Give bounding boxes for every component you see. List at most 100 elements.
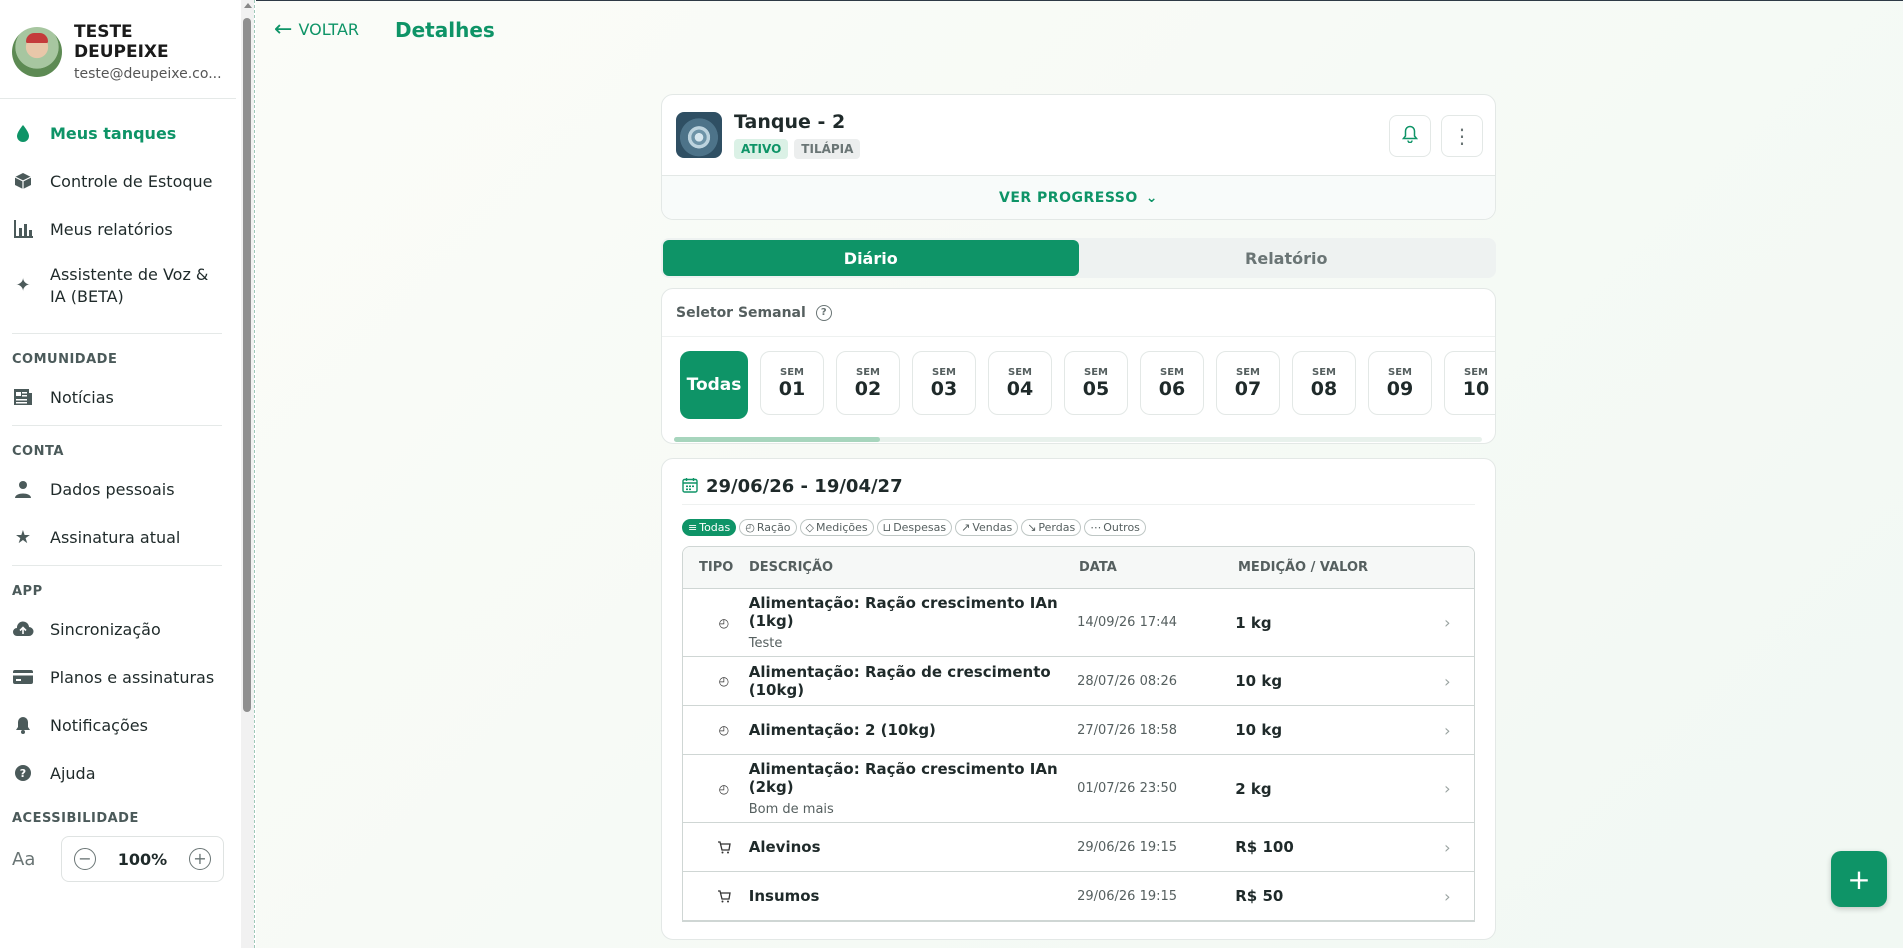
week-button[interactable]: SEM 09 — [1368, 351, 1432, 415]
sidebar-item-label: Assistente de Voz & IA (BETA) — [50, 265, 209, 306]
zoom-out-button[interactable]: − — [73, 848, 96, 870]
table-row[interactable]: Alevinos 29/06/26 19:15 R$ 100 › — [683, 823, 1474, 872]
week-number: 05 — [1082, 377, 1110, 400]
sparkles-icon: ✦ — [15, 275, 31, 296]
sidebar-item-label: Ajuda — [50, 763, 96, 783]
week-list: Todas SEM 01 SEM 02 SEM 03 SEM 04 SEM 05 SEM 0… — [662, 337, 1495, 419]
sidebar-item-label: Notificações — [50, 715, 148, 735]
water-drop-icon — [12, 122, 34, 144]
table-row[interactable]: ◴ Alimentação: Ração de crescimento (10k… — [683, 657, 1474, 706]
view-progress-button[interactable]: VER PROGRESSO ⌄ — [662, 175, 1495, 219]
divider — [12, 425, 222, 426]
chip-label: Despesas — [893, 521, 947, 534]
week-prefix: SEM — [1464, 366, 1488, 378]
week-button[interactable]: SEM 06 — [1140, 351, 1204, 415]
feed-icon: ◴ — [718, 674, 730, 688]
trend-up-icon: ↗ — [961, 521, 971, 534]
back-button[interactable]: ← VOLTAR — [274, 17, 359, 42]
chip-label: Medições — [816, 521, 868, 534]
week-button[interactable]: SEM 02 — [836, 351, 900, 415]
notification-button[interactable] — [1389, 115, 1431, 157]
row-description: Alimentação: Ração crescimento IAn (2kg) — [748, 760, 1058, 796]
table-row[interactable]: ◴ Alimentação: 2 (10kg) 27/07/26 18:58 1… — [683, 706, 1474, 755]
sidebar-item-sincronizacao[interactable]: Sincronização — [0, 605, 236, 653]
table-row[interactable]: ◴ Alimentação: Ração crescimento IAn (1k… — [683, 589, 1474, 657]
week-scrollbar[interactable] — [674, 437, 1482, 442]
main-content: ← VOLTAR Detalhes Tanque - 2 ATIVO TILÁP… — [256, 0, 1903, 948]
more-options-button[interactable]: ⋮ — [1441, 115, 1483, 157]
filter-medicoes[interactable]: ◇ Medições — [799, 519, 874, 536]
sidebar-item-meus-tanques[interactable]: Meus tanques — [0, 109, 236, 157]
week-button[interactable]: SEM 10 — [1444, 351, 1495, 415]
col-descricao: DESCRIÇÃO — [749, 560, 834, 575]
sidebar-item-controle-estoque[interactable]: Controle de Estoque — [0, 157, 236, 205]
week-button[interactable]: SEM 01 — [760, 351, 824, 415]
sidebar-item-assistente[interactable]: ✦ Assistente de Voz & IA (BETA) — [0, 253, 236, 319]
sidebar-item-planos[interactable]: Planos e assinaturas — [0, 653, 236, 701]
scroll-up-icon[interactable] — [244, 3, 252, 8]
help-icon[interactable]: ? — [815, 304, 832, 321]
credit-card-icon — [12, 666, 34, 688]
divider — [12, 333, 222, 334]
chevron-right-icon: › — [1444, 671, 1451, 691]
week-prefix: SEM — [856, 366, 880, 378]
week-prefix: SEM — [1236, 366, 1260, 378]
tank-name: Tanque - 2 — [734, 111, 846, 133]
chevron-right-icon: › — [1444, 613, 1451, 632]
chevron-right-icon: › — [1444, 837, 1451, 857]
tab-relatorio[interactable]: Relatório — [1079, 240, 1495, 276]
sidebar-item-label: Controle de Estoque — [50, 171, 213, 191]
filter-perdas[interactable]: ↘ Perdas — [1021, 519, 1082, 536]
filter-outros[interactable]: ⋯ Outros — [1084, 519, 1146, 536]
filter-vendas[interactable]: ↗ Vendas — [955, 519, 1019, 536]
week-button[interactable]: SEM 05 — [1064, 351, 1128, 415]
row-date: 28/07/26 08:26 — [1077, 673, 1178, 689]
sidebar-item-dados-pessoais[interactable]: Dados pessoais — [0, 465, 236, 513]
week-button[interactable]: SEM 03 — [912, 351, 976, 415]
filter-despesas[interactable]: ⊔ Despesas — [876, 519, 953, 536]
filter-todas[interactable]: ≡ Todas — [682, 519, 737, 536]
week-button[interactable]: SEM 07 — [1216, 351, 1280, 415]
row-value: 1 kg — [1235, 613, 1272, 632]
week-number: 01 — [778, 377, 806, 400]
table-row[interactable]: ◴ Alimentação: Ração crescimento IAn (2k… — [683, 755, 1474, 823]
add-record-button[interactable]: + — [1831, 851, 1887, 907]
col-tipo: TIPO — [699, 560, 734, 575]
tab-diario[interactable]: Diário — [663, 240, 1079, 276]
row-date: 14/09/26 17:44 — [1077, 615, 1178, 630]
page-title: Detalhes — [395, 17, 495, 42]
feed-icon: ◴ — [718, 723, 730, 737]
sidebar-item-ajuda[interactable]: ? Ajuda — [0, 749, 236, 797]
week-selector: Seletor Semanal ? Todas SEM 01 SEM 02 SEM 0… — [661, 288, 1496, 444]
scrollbar-thumb[interactable] — [674, 437, 880, 442]
arrow-left-icon: ← — [274, 17, 293, 42]
filter-racao[interactable]: ◴ Ração — [739, 519, 797, 536]
bell-icon — [1401, 125, 1419, 147]
status-badge: ATIVO — [734, 139, 789, 159]
profile-name: TESTE DEUPEIXE — [74, 22, 169, 62]
chip-label: Ração — [756, 521, 791, 534]
top-bar: ← VOLTAR Detalhes — [256, 0, 1903, 58]
help-icon: ? — [12, 762, 34, 784]
week-button[interactable]: SEM 04 — [988, 351, 1052, 415]
person-icon — [12, 478, 34, 500]
back-label: VOLTAR — [298, 20, 359, 39]
section-label-app: APP — [12, 584, 43, 599]
zoom-value: 100% — [117, 849, 168, 869]
sidebar-scrollbar[interactable] — [241, 0, 254, 948]
week-all-button[interactable]: Todas — [680, 351, 748, 419]
box-icon — [12, 170, 34, 192]
tank-image — [676, 112, 722, 158]
scrollbar-thumb[interactable] — [243, 18, 251, 712]
sidebar-item-assinatura-atual[interactable]: ★ Assinatura atual — [0, 513, 236, 561]
zoom-in-button[interactable]: + — [188, 848, 211, 870]
sidebar-item-relatorios[interactable]: Meus relatórios — [0, 205, 236, 253]
section-label-comunidade: COMUNIDADE — [12, 352, 118, 367]
profile-header[interactable]: TESTE DEUPEIXE teste@deupeixe.co... — [0, 0, 236, 99]
table-row[interactable]: Insumos 29/06/26 19:15 R$ 50 › — [683, 872, 1474, 921]
filter-chips: ≡ Todas ◴ Ração ◇ Medições ⊔ Despesas ↗ Venda… — [682, 519, 1475, 536]
sidebar-item-notificacoes[interactable]: Notificações — [0, 701, 236, 749]
sidebar-item-noticias[interactable]: Notícias — [0, 373, 236, 421]
week-prefix: SEM — [1008, 366, 1032, 378]
week-button[interactable]: SEM 08 — [1292, 351, 1356, 415]
